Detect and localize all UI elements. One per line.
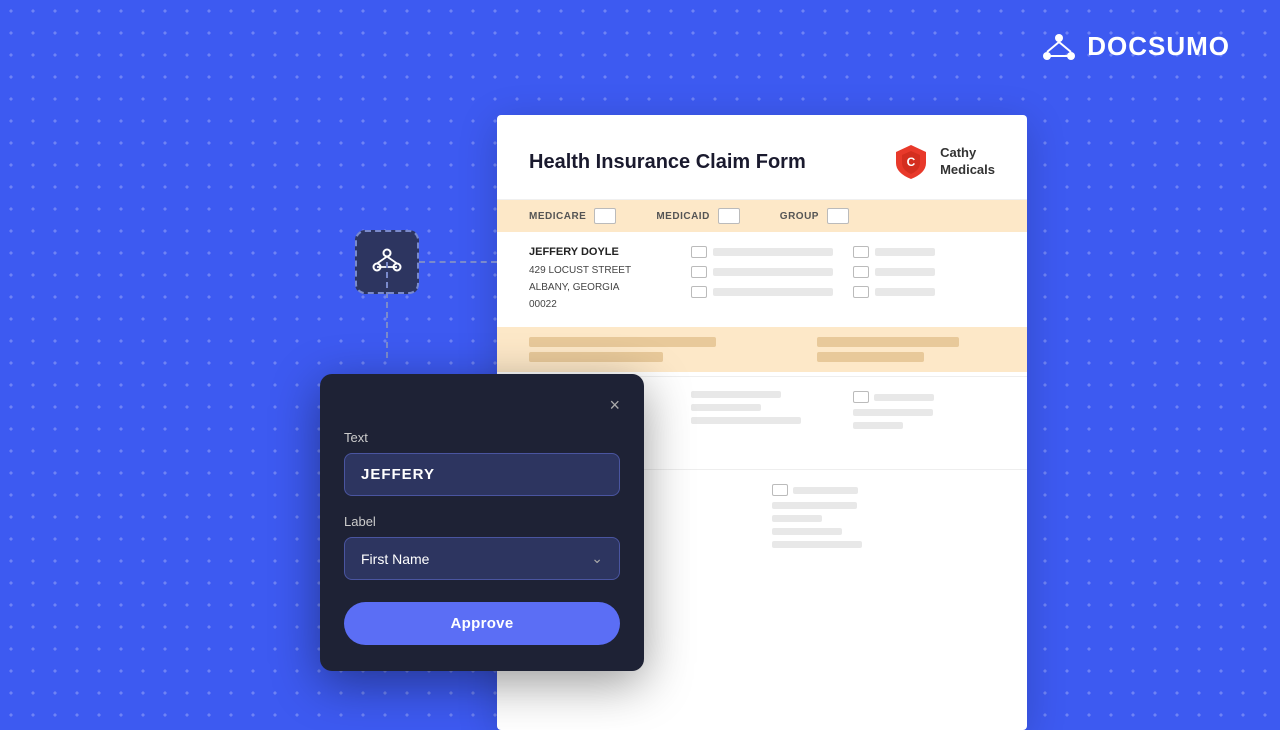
field-checkbox-6 — [853, 286, 869, 298]
content-col-e1 — [772, 484, 995, 548]
document-title: Health Insurance Claim Form — [529, 151, 806, 174]
field-checkbox-3 — [691, 286, 707, 298]
cb-c1 — [853, 391, 869, 403]
medicare-item: MEDICARE — [529, 208, 616, 224]
line-b3 — [691, 417, 801, 424]
address-line1: 429 LOCUST STREET — [529, 262, 671, 279]
label-field-label: Label — [344, 514, 620, 529]
patient-fields-col — [691, 246, 833, 313]
text-input[interactable] — [344, 453, 620, 496]
data-row-c1 — [853, 391, 995, 403]
group-label: GROUP — [780, 211, 819, 222]
highlight-line-1 — [529, 337, 716, 347]
brand-shield-icon: C — [892, 143, 930, 181]
line-e5 — [772, 541, 862, 548]
connector-horizontal — [419, 261, 497, 263]
brand-area: C CathyMedicals — [892, 143, 995, 181]
line-c3 — [853, 422, 903, 429]
field-row-2 — [691, 266, 833, 278]
highlight-row — [497, 327, 1027, 372]
line-e3 — [772, 515, 822, 522]
field-row-6 — [853, 286, 995, 298]
field-line-4 — [875, 248, 935, 256]
highlight-line-3 — [817, 337, 960, 347]
field-checkbox-1 — [691, 246, 707, 258]
medicare-checkbox — [594, 208, 616, 224]
document-header: Health Insurance Claim Form C CathyMedic… — [497, 115, 1027, 200]
field-checkbox-5 — [853, 266, 869, 278]
line-e2 — [772, 502, 857, 509]
medicaid-item: MEDICAID — [656, 208, 739, 224]
modal-header: × — [344, 396, 620, 414]
modal-close-button[interactable]: × — [609, 396, 620, 414]
label-select[interactable]: First Name ⌄ — [344, 537, 620, 580]
text-field-label: Text — [344, 430, 620, 445]
docsumo-logo-icon — [1041, 28, 1077, 64]
svg-text:C: C — [907, 155, 916, 169]
field-line-2 — [713, 268, 833, 276]
group-item: GROUP — [780, 208, 849, 224]
modal-popup: × Text Label First Name ⌄ Approve — [320, 374, 644, 671]
field-line-1 — [713, 248, 833, 256]
cb-e1 — [772, 484, 788, 496]
approve-button[interactable]: Approve — [344, 602, 620, 645]
address-zip: 00022 — [529, 296, 671, 313]
connector-vertical — [386, 262, 388, 358]
medicaid-label: MEDICAID — [656, 211, 709, 222]
address-line2: ALBANY, GEORGIA — [529, 279, 671, 296]
field-line-3 — [713, 288, 833, 296]
label-select-value: First Name — [361, 551, 429, 567]
chevron-down-icon: ⌄ — [591, 550, 603, 567]
field-row-5 — [853, 266, 995, 278]
line-c2 — [853, 409, 933, 416]
patient-name: JEFFERY DOYLE — [529, 246, 671, 258]
data-row-e1 — [772, 484, 995, 496]
line-c1 — [874, 394, 934, 401]
line-e1 — [793, 487, 858, 494]
field-checkbox-2 — [691, 266, 707, 278]
content-col-3 — [853, 391, 995, 455]
field-row-1 — [691, 246, 833, 258]
field-checkbox-4 — [853, 246, 869, 258]
content-col-2 — [691, 391, 833, 455]
group-checkbox — [827, 208, 849, 224]
highlight-line-2 — [529, 352, 663, 362]
line-b1 — [691, 391, 781, 398]
medicare-label: MEDICARE — [529, 211, 586, 222]
docsumo-logo-text: DOCSUMO — [1087, 31, 1230, 62]
field-row-3 — [691, 286, 833, 298]
line-e4 — [772, 528, 842, 535]
field-line-5 — [875, 268, 935, 276]
insurance-type-row: MEDICARE MEDICAID GROUP — [497, 200, 1027, 232]
header-logo: DOCSUMO — [1041, 28, 1230, 64]
patient-info-col: JEFFERY DOYLE 429 LOCUST STREET ALBANY, … — [529, 246, 671, 313]
line-b2 — [691, 404, 761, 411]
highlight-line-4 — [817, 352, 924, 362]
field-row-4 — [853, 246, 995, 258]
medicaid-checkbox — [718, 208, 740, 224]
patient-fields-col-2 — [853, 246, 995, 313]
brand-name: CathyMedicals — [940, 145, 995, 179]
patient-address: 429 LOCUST STREET ALBANY, GEORGIA 00022 — [529, 262, 671, 313]
field-line-6 — [875, 288, 935, 296]
patient-section: JEFFERY DOYLE 429 LOCUST STREET ALBANY, … — [497, 232, 1027, 327]
